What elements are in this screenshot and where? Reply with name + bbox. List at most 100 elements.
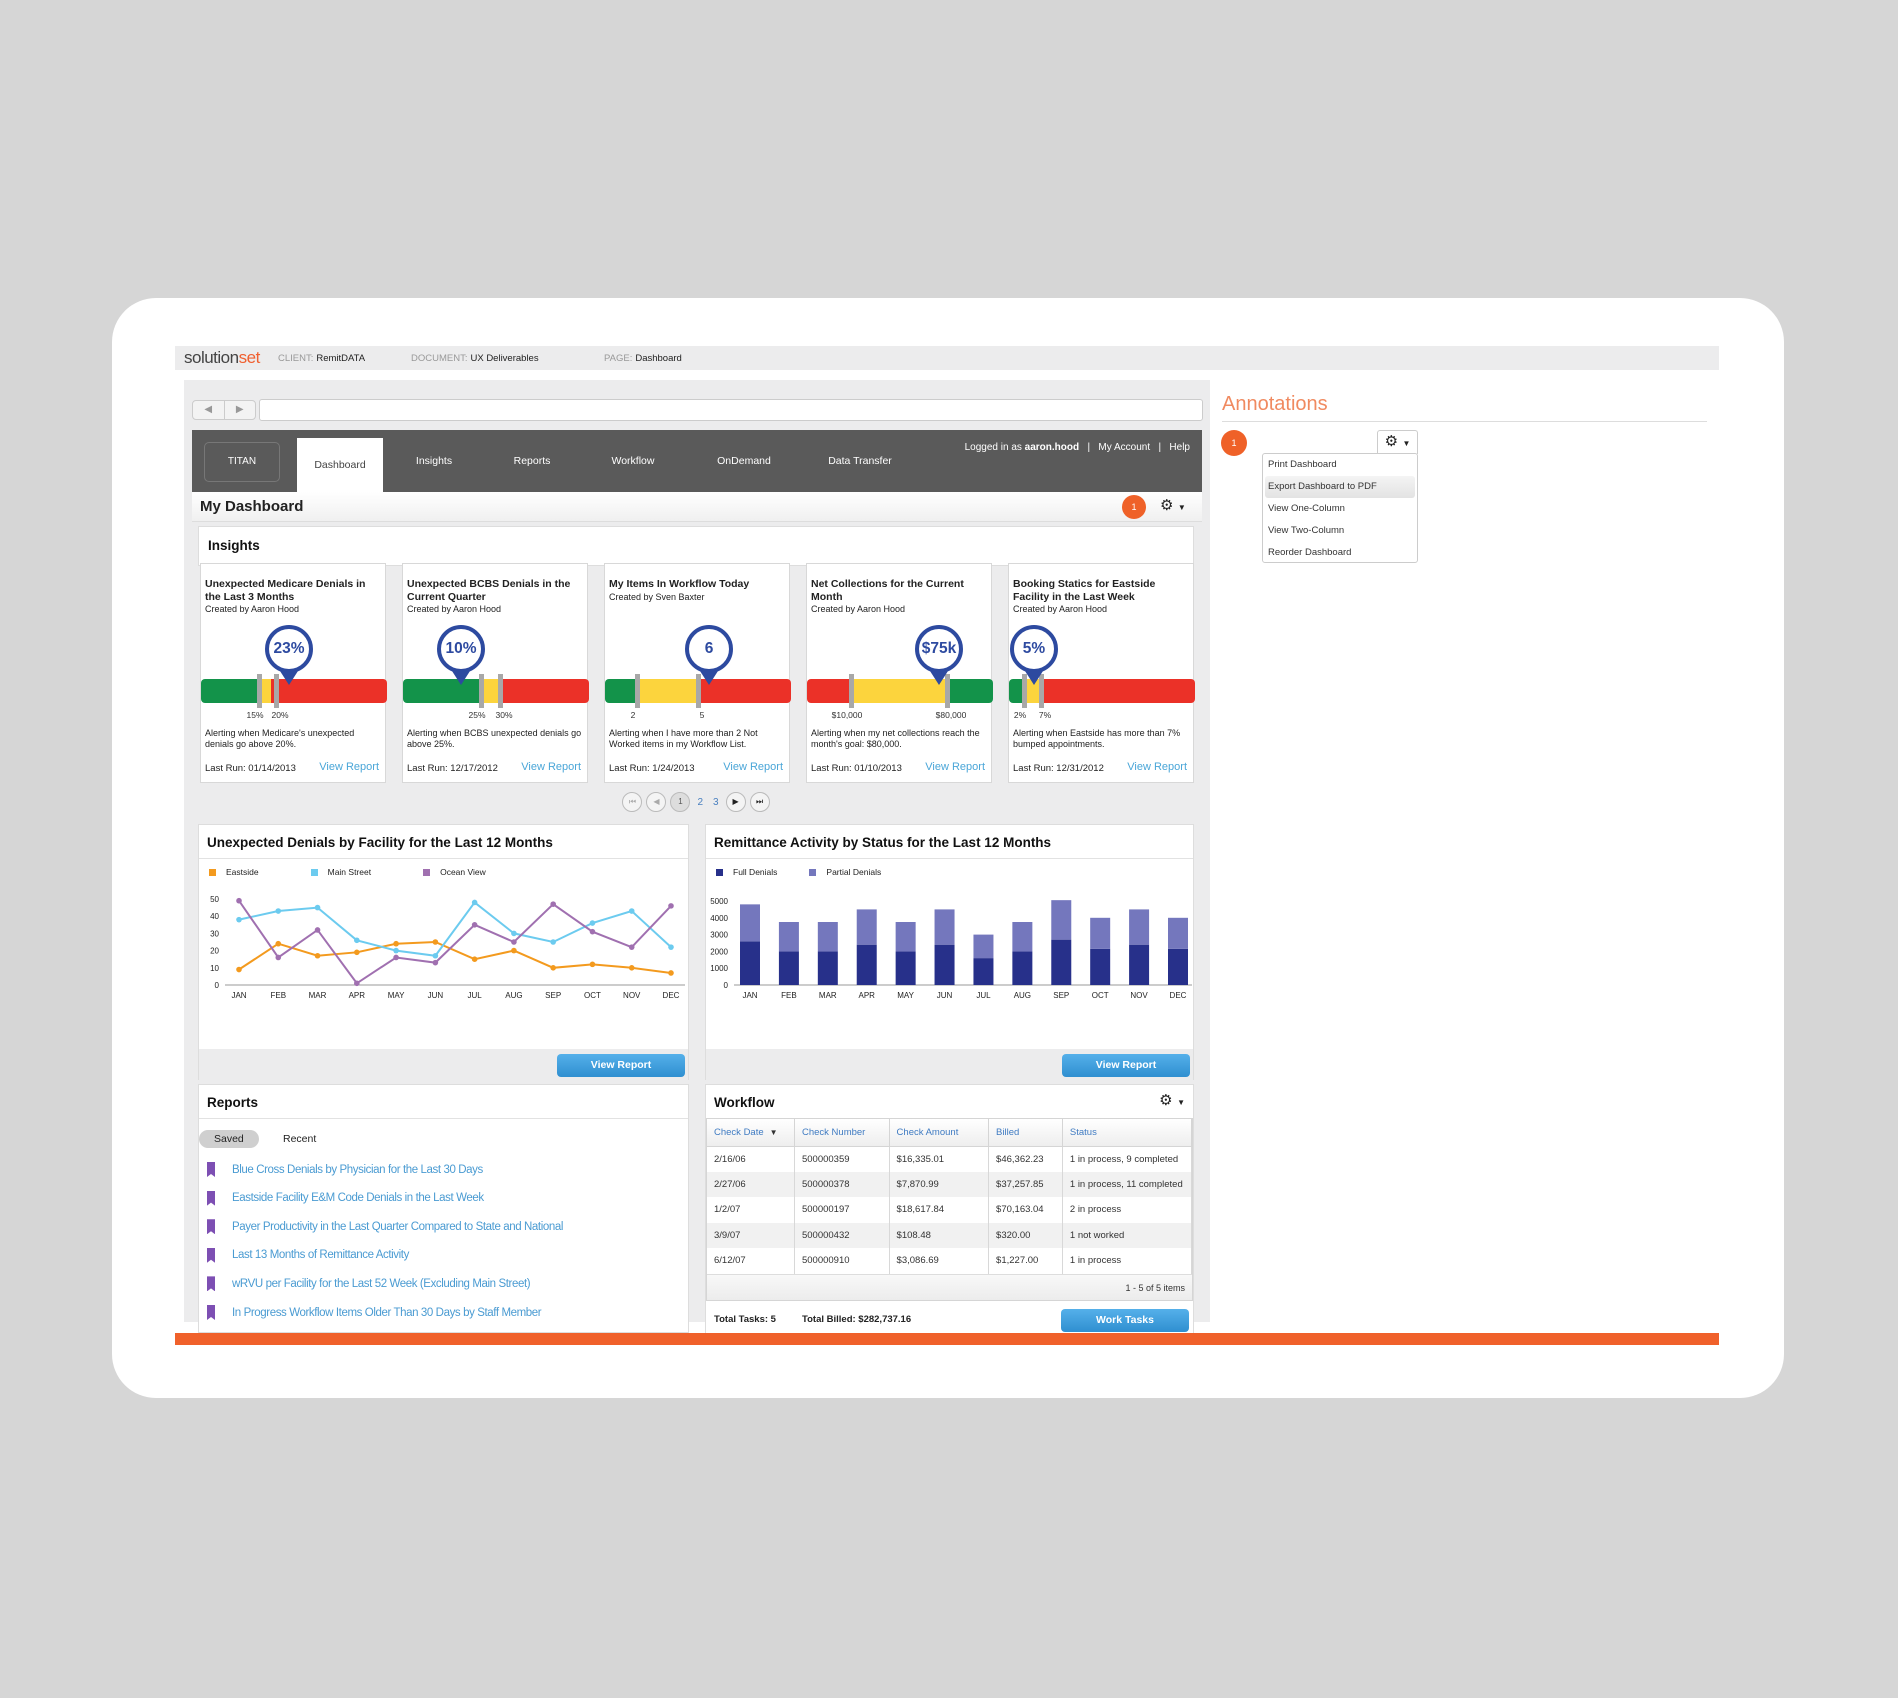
insight-creator: Created by Aaron Hood xyxy=(811,604,906,614)
y-tick-label: 3000 xyxy=(710,931,728,940)
report-link[interactable]: Payer Productivity in the Last Quarter C… xyxy=(232,1221,563,1233)
workflow-panel: Workflow ⚙ ▼ Check Date ▼ Check Number Chec… xyxy=(705,1084,1194,1336)
table-row[interactable]: 6/12/07 500000910 $3,086.69 $1,227.00 1 in p… xyxy=(707,1248,1193,1274)
bar-partial-denials xyxy=(895,922,916,952)
tab-ondemand[interactable]: OnDemand xyxy=(702,430,786,492)
x-tick-label: FEB xyxy=(781,991,797,1000)
report-link[interactable]: In Progress Workflow Items Older Than 30… xyxy=(232,1307,542,1319)
help-link[interactable]: Help xyxy=(1169,442,1190,453)
x-tick-label: SEP xyxy=(1053,991,1069,1000)
view-report-link[interactable]: View Report xyxy=(723,761,783,773)
gear-icon: ⚙ xyxy=(1159,1092,1173,1109)
report-item[interactable]: wRVU per Facility for the Last 52 Week (… xyxy=(207,1276,531,1292)
page-current[interactable]: 1 xyxy=(670,792,691,812)
menu-item[interactable]: Export Dashboard to PDF xyxy=(1265,476,1415,498)
tab-workflow[interactable]: Workflow xyxy=(596,430,670,492)
column-header[interactable]: Check Number xyxy=(794,1119,890,1147)
username: aaron.hood xyxy=(1024,442,1080,453)
data-point xyxy=(236,966,242,973)
menu-item[interactable]: View Two-Column xyxy=(1263,520,1417,542)
page-2-link[interactable]: 2 xyxy=(694,797,706,808)
view-report-link[interactable]: View Report xyxy=(319,761,379,773)
value-pin: 23% xyxy=(265,625,313,685)
report-item[interactable]: Eastside Facility E&M Code Denials in th… xyxy=(207,1190,484,1206)
first-page-icon[interactable]: ⏮ xyxy=(622,792,643,812)
forward-icon[interactable]: ▶ xyxy=(225,401,256,419)
column-header[interactable]: Check Amount xyxy=(889,1119,990,1147)
settings-menu-button[interactable]: ⚙ ▼ xyxy=(1377,430,1418,454)
report-link[interactable]: Blue Cross Denials by Physician for the … xyxy=(232,1164,483,1176)
workflow-settings-button[interactable]: ⚙ ▼ xyxy=(1159,1091,1185,1110)
x-tick-label: JUL xyxy=(468,991,483,1000)
address-bar[interactable] xyxy=(259,399,1203,421)
view-report-button[interactable]: View Report xyxy=(1062,1054,1190,1077)
remittance-chart-panel: Remittance Activity by Status for the La… xyxy=(705,824,1194,1080)
x-tick-label: AUG xyxy=(505,991,522,1000)
report-item[interactable]: In Progress Workflow Items Older Than 30… xyxy=(207,1305,542,1320)
view-report-link[interactable]: View Report xyxy=(1127,761,1187,773)
table-cell: 1 not worked xyxy=(1062,1222,1193,1248)
legend-swatch-eastside xyxy=(209,868,216,876)
view-report-link[interactable]: View Report xyxy=(925,761,985,773)
threshold-marker xyxy=(257,674,262,708)
bar-full-denials xyxy=(1012,951,1033,985)
tab-reports[interactable]: Reports xyxy=(495,430,569,492)
report-link[interactable]: wRVU per Facility for the Last 52 Week (… xyxy=(232,1278,531,1290)
view-report-button[interactable]: View Report xyxy=(557,1054,685,1077)
report-link[interactable]: Eastside Facility E&M Code Denials in th… xyxy=(232,1192,484,1204)
x-tick-label: JAN xyxy=(742,991,757,1000)
insight-creator: Created by Aaron Hood xyxy=(205,604,300,614)
column-header[interactable]: Billed xyxy=(988,1119,1063,1147)
tab-data-transfer[interactable]: Data Transfer xyxy=(812,430,908,492)
menu-item[interactable]: Reorder Dashboard xyxy=(1263,542,1417,564)
workflow-table-wrap: Check Date ▼ Check Number Check Amount Bille… xyxy=(706,1118,1193,1301)
view-report-link[interactable]: View Report xyxy=(521,761,581,773)
report-link[interactable]: Last 13 Months of Remittance Activity xyxy=(232,1249,409,1261)
threshold-label: 20% xyxy=(271,710,289,720)
tab-saved[interactable]: Saved xyxy=(199,1130,259,1148)
back-icon[interactable]: ◀ xyxy=(193,401,225,419)
sort-desc-icon[interactable]: ▼ xyxy=(770,1128,778,1137)
table-cell: $1,227.00 xyxy=(988,1248,1063,1274)
column-header[interactable]: Check Date ▼ xyxy=(707,1119,795,1147)
bar-full-denials xyxy=(973,958,994,985)
my-account-link[interactable]: My Account xyxy=(1098,442,1150,453)
work-tasks-button[interactable]: Work Tasks xyxy=(1061,1309,1189,1332)
tab-recent[interactable]: Recent xyxy=(283,1133,316,1145)
threshold-label: $80,000 xyxy=(935,710,967,720)
data-point xyxy=(354,949,360,956)
value-pin: 6 xyxy=(685,625,733,685)
browser-nav-buttons: ◀ ▶ xyxy=(192,400,256,420)
report-item[interactable]: Payer Productivity in the Last Quarter C… xyxy=(207,1219,563,1235)
bar-full-denials xyxy=(856,944,877,985)
tab-dashboard[interactable]: Dashboard xyxy=(297,438,383,492)
last-page-icon[interactable]: ⏭ xyxy=(749,792,770,812)
brand-button[interactable]: TITAN xyxy=(204,442,280,482)
insight-description: Alerting when my net collections reach t… xyxy=(811,728,980,749)
series-line-ocean-view xyxy=(238,900,672,985)
report-item[interactable]: Last 13 Months of Remittance Activity xyxy=(207,1247,409,1263)
dashboard-settings-button[interactable]: ⚙ ▼ xyxy=(1160,496,1186,515)
table-row[interactable]: 1/2/07 500000197 $18,617.84 $70,163.04 2 in … xyxy=(707,1197,1193,1223)
insight-description: Alerting when BCBS unexpected denials go… xyxy=(407,728,582,749)
bar-partial-denials xyxy=(856,909,877,945)
table-row[interactable]: 3/9/07 500000432 $108.48 $320.00 1 not worke… xyxy=(707,1222,1193,1248)
prev-page-icon[interactable]: ◀ xyxy=(646,792,667,812)
reports-panel: Reports Saved Recent Blue Cross Denials … xyxy=(198,1084,689,1333)
column-header[interactable]: Status xyxy=(1062,1119,1193,1147)
menu-item[interactable]: View One-Column xyxy=(1263,498,1417,520)
next-page-icon[interactable]: ▶ xyxy=(725,792,746,812)
tab-insights[interactable]: Insights xyxy=(397,430,471,492)
table-row[interactable]: 2/27/06 500000378 $7,870.99 $37,257.85 1 in … xyxy=(707,1171,1193,1197)
page-3-link[interactable]: 3 xyxy=(710,797,722,808)
x-tick-label: JUL xyxy=(976,991,991,1000)
x-tick-label: APR xyxy=(349,991,366,1000)
report-item[interactable]: Blue Cross Denials by Physician for the … xyxy=(207,1162,483,1177)
table-cell: 1 in process, 9 completed xyxy=(1062,1146,1193,1172)
table-cell: $320.00 xyxy=(988,1222,1063,1248)
data-point xyxy=(393,954,399,961)
menu-item[interactable]: Print Dashboard xyxy=(1263,454,1417,476)
table-row[interactable]: 2/16/06 500000359 $16,335.01 $46,362.23 1 in… xyxy=(707,1146,1193,1172)
insight-card: Booking Statics for Eastside Facility in… xyxy=(1008,563,1195,783)
data-point xyxy=(354,980,360,987)
